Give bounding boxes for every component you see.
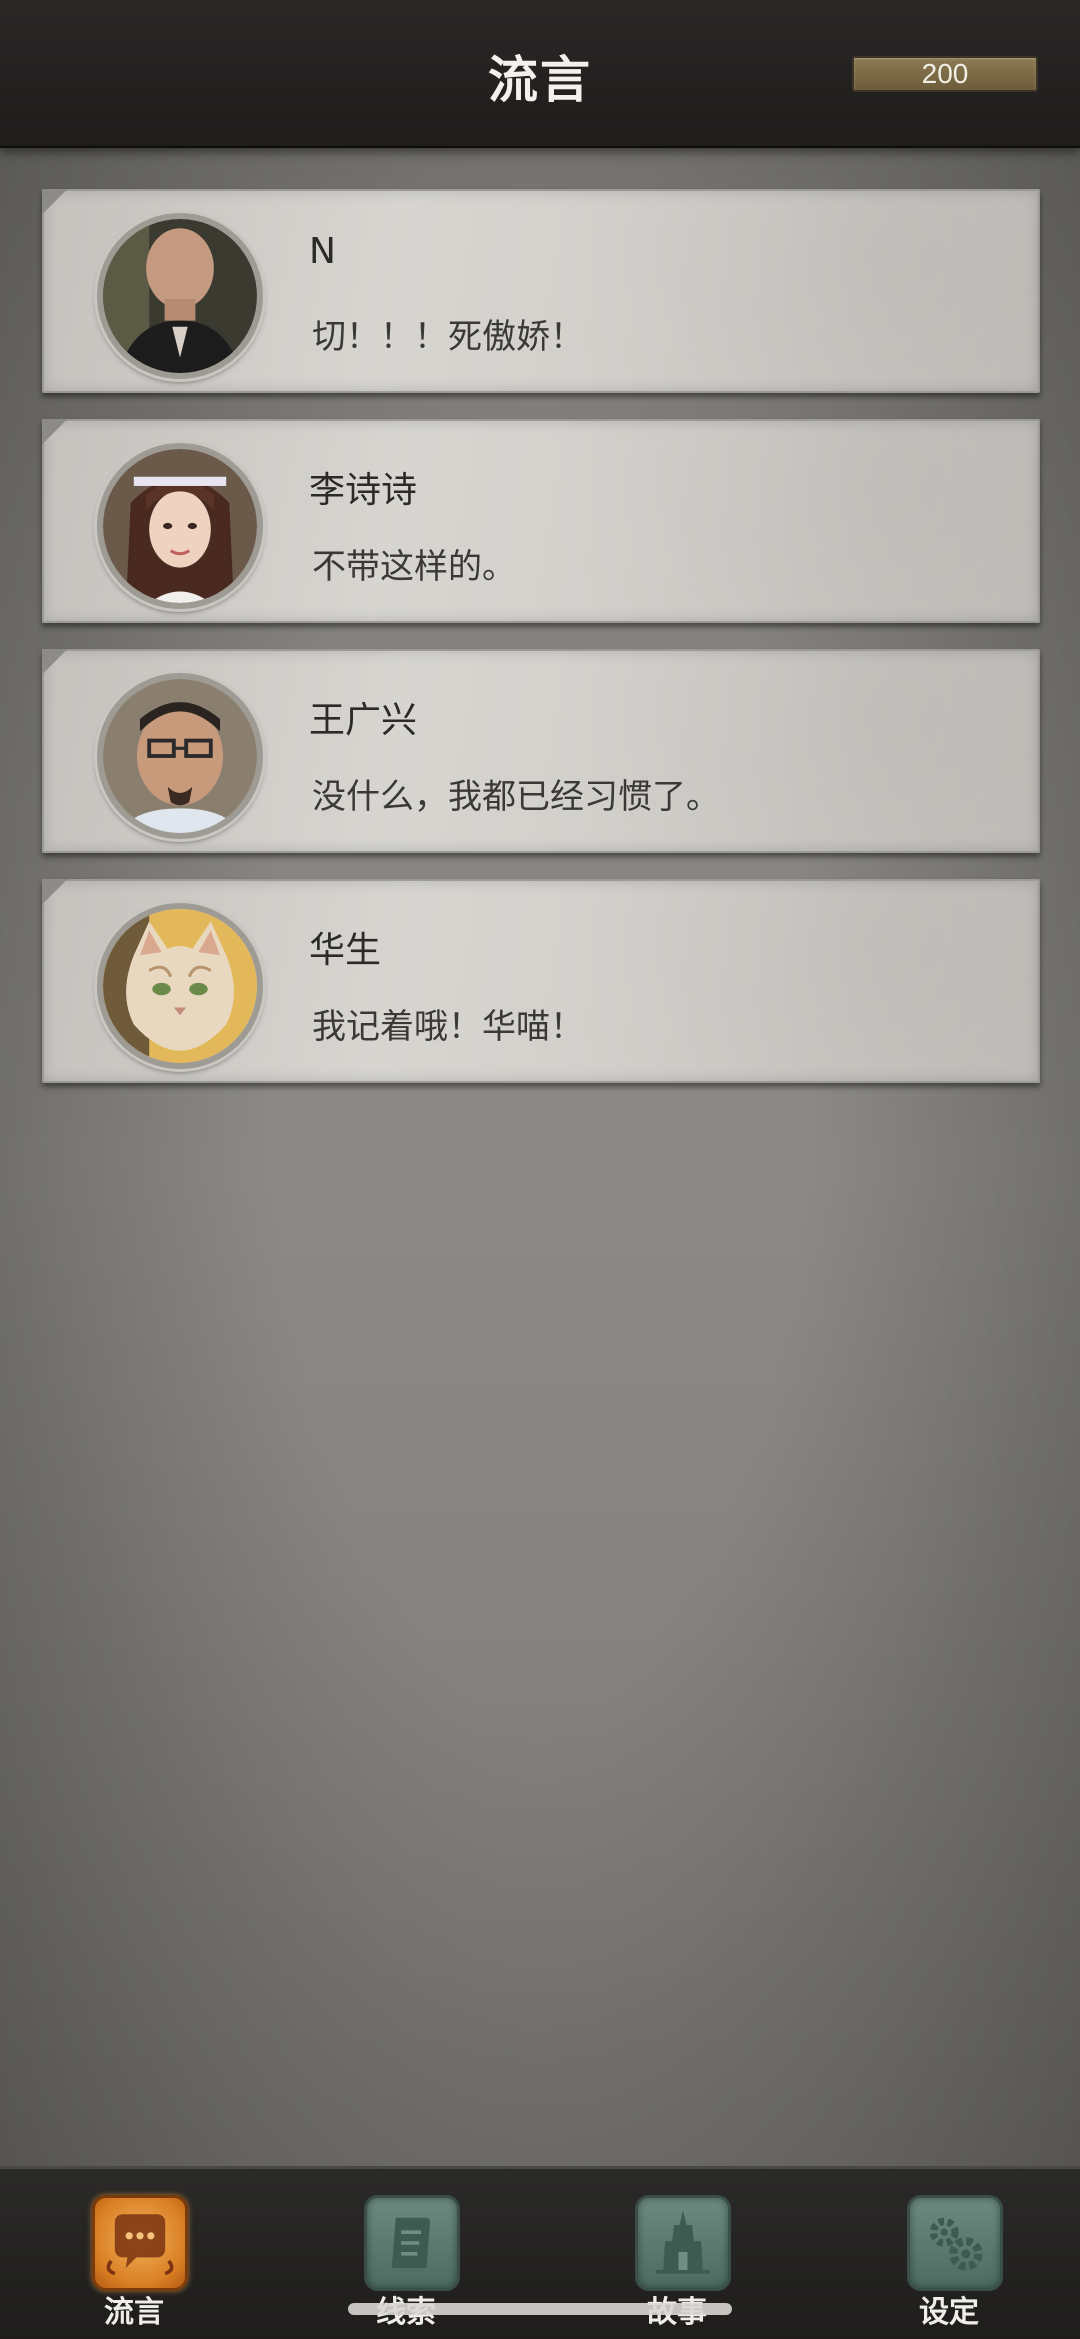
rumor-card-n[interactable]: N 切！！！死傲娇！ <box>42 189 1040 393</box>
avatar-huasheng <box>97 903 263 1069</box>
home-indicator[interactable] <box>348 2303 732 2315</box>
tab-rumors[interactable]: 流言 <box>64 2195 204 2335</box>
top-bar: 流言 200 <box>0 0 1080 148</box>
tab-settings[interactable]: 设定 <box>879 2195 1019 2335</box>
rumor-name: 王广兴 <box>309 700 418 741</box>
avatar-wangguangxing <box>97 673 263 839</box>
scroll-icon <box>364 2195 460 2291</box>
gears-icon <box>907 2195 1003 2291</box>
rumor-name: N <box>309 231 336 272</box>
tab-label: 设定 <box>919 2295 979 2330</box>
rumor-message: 我记着哦！华喵！ <box>312 1007 584 1047</box>
rumor-name: 李诗诗 <box>309 470 418 511</box>
rumor-card-lishishi[interactable]: 李诗诗 不带这样的。 <box>42 419 1040 623</box>
avatar-n <box>97 213 263 379</box>
coin-value: 200 <box>921 58 969 89</box>
rumor-card-wangguangxing[interactable]: 王广兴 没什么，我都已经习惯了。 <box>42 649 1040 853</box>
rumor-message: 不带这样的。 <box>312 547 516 587</box>
temple-icon <box>635 2195 731 2291</box>
rumor-name: 华生 <box>309 930 382 971</box>
rumor-card-huasheng[interactable]: 华生 我记着哦！华喵！ <box>42 879 1040 1083</box>
rumor-message: 没什么，我都已经习惯了。 <box>312 777 720 817</box>
rumors-screen: 流言 200 N 切！！！死傲娇！ 李诗诗 不带这样的。 王广兴 没什么，我都已… <box>0 0 1080 2339</box>
rumor-message: 切！！！死傲娇！ <box>312 317 584 357</box>
chat-bubble-icon <box>92 2195 188 2291</box>
tab-label: 流言 <box>104 2295 164 2330</box>
avatar-lishishi <box>97 443 263 609</box>
coin-counter: 200 <box>852 56 1038 92</box>
